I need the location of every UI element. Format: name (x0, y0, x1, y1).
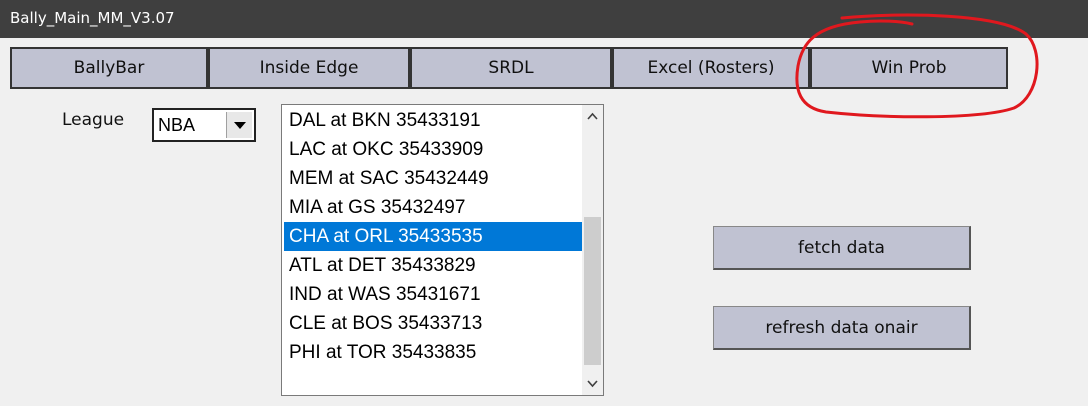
game-list-item[interactable]: MIA at GS 35432497 (284, 193, 582, 222)
game-list-items: DAL at BKN 35433191 LAC at OKC 35433909 … (284, 106, 582, 367)
game-list-item[interactable]: PHI at TOR 35433835 (284, 338, 582, 367)
game-list-item[interactable]: IND at WAS 35431671 (284, 280, 582, 309)
league-dropdown[interactable]: NBA (152, 108, 256, 142)
chevron-down-icon (234, 122, 246, 129)
tab-inside-edge[interactable]: Inside Edge (208, 47, 410, 89)
scrollbar-thumb[interactable] (584, 217, 601, 365)
tab-ballybar[interactable]: BallyBar (10, 47, 208, 89)
tab-excel-rosters[interactable]: Excel (Rosters) (612, 47, 810, 89)
window-title: Bally_Main_MM_V3.07 (10, 9, 175, 27)
game-list-item[interactable]: ATL at DET 35433829 (284, 251, 582, 280)
scroll-up-button[interactable] (582, 105, 603, 127)
league-selected-value: NBA (158, 115, 196, 135)
chevron-up-icon (587, 112, 598, 120)
title-bar: Bally_Main_MM_V3.07 (0, 0, 1088, 38)
game-list[interactable]: DAL at BKN 35433191 LAC at OKC 35433909 … (281, 104, 604, 396)
game-list-item[interactable]: CHA at ORL 35433535 (284, 222, 582, 251)
scroll-down-button[interactable] (582, 373, 603, 395)
game-list-scrollbar[interactable] (582, 105, 603, 395)
game-list-item[interactable]: LAC at OKC 35433909 (284, 135, 582, 164)
game-list-item[interactable]: CLE at BOS 35433713 (284, 309, 582, 338)
refresh-data-onair-button[interactable]: refresh data onair (713, 306, 971, 350)
league-dropdown-button[interactable] (226, 112, 252, 138)
fetch-data-button[interactable]: fetch data (713, 226, 971, 270)
league-label: League (62, 110, 125, 130)
chevron-down-icon (587, 380, 598, 388)
tab-win-prob[interactable]: Win Prob (810, 47, 1008, 89)
game-list-item[interactable]: DAL at BKN 35433191 (284, 106, 582, 135)
game-list-item[interactable]: MEM at SAC 35432449 (284, 164, 582, 193)
tab-srdl[interactable]: SRDL (410, 47, 612, 89)
